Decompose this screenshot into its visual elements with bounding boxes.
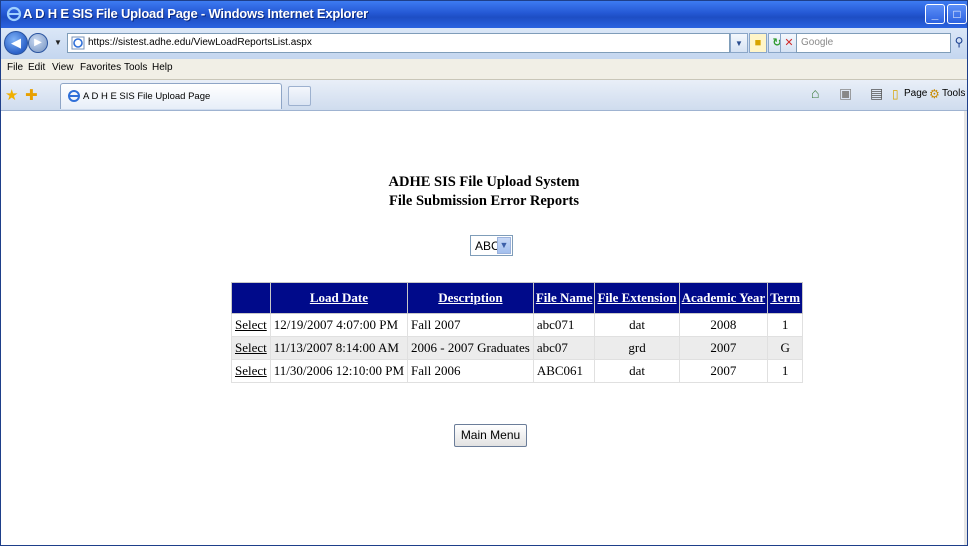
add-favorites-icon[interactable]: ✚ <box>25 86 38 104</box>
header-term[interactable]: Term <box>767 282 804 314</box>
forward-button[interactable]: ▶ <box>28 33 48 53</box>
load-date-cell: 11/13/2007 8:14:00 AM <box>269 336 409 360</box>
institution-select[interactable]: ABC ▼ <box>470 235 513 256</box>
menu-bar: File Edit View Favorites Tools Help <box>1 59 967 80</box>
select-link[interactable]: Select <box>235 363 267 378</box>
page-subtitle: File Submission Error Reports <box>389 193 579 209</box>
maximize-icon: □ <box>953 7 961 21</box>
new-tab-button[interactable] <box>288 86 311 106</box>
file-name-cell: abc07 <box>532 336 596 360</box>
load-date-cell: 12/19/2007 4:07:00 PM <box>269 313 409 337</box>
year-cell: 2007 <box>678 336 769 360</box>
header-load-date[interactable]: Load Date <box>269 282 409 314</box>
minimize-button[interactable]: _ <box>925 4 945 24</box>
row-select-cell: Select <box>231 359 271 383</box>
tools-menu[interactable]: Tools <box>942 88 965 99</box>
address-url: https://sistest.adhe.edu/ViewLoadReports… <box>88 37 312 48</box>
menu-edit[interactable]: Edit <box>28 62 45 73</box>
search-icon: ⚲ <box>954 35 964 49</box>
term-cell: G <box>767 336 804 360</box>
title-bar: A D H E SIS File Upload Page - Windows I… <box>1 1 967 28</box>
address-bar[interactable]: https://sistest.adhe.edu/ViewLoadReports… <box>67 33 730 53</box>
select-link[interactable]: Select <box>235 340 267 355</box>
minimize-icon: _ <box>931 7 939 21</box>
gear-icon: ⚙ <box>929 87 940 101</box>
back-icon: ◀ <box>11 35 21 50</box>
window-title: A D H E SIS File Upload Page - Windows I… <box>23 6 369 21</box>
table-row: Select 12/19/2007 4:07:00 PM Fall 2007 a… <box>231 313 804 337</box>
extension-cell: dat <box>594 359 680 383</box>
page-menu[interactable]: Page <box>904 88 927 99</box>
page-title: ADHE SIS File Upload System <box>388 174 580 190</box>
menu-view[interactable]: View <box>52 62 74 73</box>
table-header-row: Load Date Description File Name File Ext… <box>231 282 804 314</box>
tab-toolbar: ★ ✚ A D H E SIS File Upload Page ⌂ ▣ ▤ ▯… <box>1 80 967 111</box>
description-cell: Fall 2007 <box>407 313 534 337</box>
forward-icon: ▶ <box>34 37 42 48</box>
term-cell: 1 <box>767 313 804 337</box>
table-row: Select 11/30/2006 12:10:00 PM Fall 2006 … <box>231 359 804 383</box>
tab-sis-upload[interactable]: A D H E SIS File Upload Page <box>60 83 282 109</box>
term-cell: 1 <box>767 359 804 383</box>
search-box[interactable]: Google <box>796 33 951 53</box>
row-select-cell: Select <box>231 336 271 360</box>
page-icon: ▯ <box>892 87 899 101</box>
ie-window: A D H E SIS File Upload Page - Windows I… <box>0 0 968 546</box>
file-name-cell: ABC061 <box>532 359 596 383</box>
header-academic-year[interactable]: Academic Year <box>678 282 769 314</box>
header-action <box>231 282 271 314</box>
maximize-button[interactable]: □ <box>947 4 967 24</box>
row-select-cell: Select <box>231 313 271 337</box>
search-placeholder: Google <box>801 37 834 48</box>
description-cell: Fall 2006 <box>407 359 534 383</box>
feeds-icon[interactable]: ▣ <box>839 85 852 102</box>
menu-favorites[interactable]: Favorites <box>80 62 121 73</box>
menu-file[interactable]: File <box>7 62 23 73</box>
error-reports-table: Load Date Description File Name File Ext… <box>231 282 804 383</box>
home-icon[interactable]: ⌂ <box>811 85 819 101</box>
address-dropdown-button[interactable]: ▼ <box>730 33 748 53</box>
load-date-cell: 11/30/2006 12:10:00 PM <box>269 359 409 383</box>
security-lock-button[interactable]: ■ <box>749 33 767 53</box>
page-ie-icon <box>71 36 85 50</box>
description-cell: 2006 - 2007 Graduates <box>407 336 534 360</box>
year-cell: 2007 <box>678 359 769 383</box>
chevron-down-icon: ▼ <box>497 237 511 254</box>
menu-tools[interactable]: Tools <box>124 62 147 73</box>
institution-select-value: ABC <box>475 239 500 253</box>
table-row: Select 11/13/2007 8:14:00 AM 2006 - 2007… <box>231 336 804 360</box>
history-dropdown-icon[interactable]: ▼ <box>54 38 62 47</box>
search-button[interactable]: ⚲ <box>951 33 967 53</box>
chevron-down-icon: ▼ <box>735 39 743 48</box>
lock-icon: ■ <box>754 37 762 49</box>
header-description[interactable]: Description <box>407 282 534 314</box>
year-cell: 2008 <box>678 313 769 337</box>
header-file-extension[interactable]: File Extension <box>594 282 680 314</box>
ie-logo-icon <box>6 6 22 22</box>
extension-cell: dat <box>594 313 680 337</box>
print-icon[interactable]: ▤ <box>870 85 883 102</box>
favorites-star-icon[interactable]: ★ <box>5 86 18 104</box>
menu-help[interactable]: Help <box>152 62 173 73</box>
header-file-name[interactable]: File Name <box>532 282 596 314</box>
tab-label: A D H E SIS File Upload Page <box>83 91 211 102</box>
back-button[interactable]: ◀ <box>4 31 28 55</box>
file-name-cell: abc071 <box>532 313 596 337</box>
select-link[interactable]: Select <box>235 317 267 332</box>
main-menu-button[interactable]: Main Menu <box>454 424 527 447</box>
address-toolbar: ◀ ▶ ▼ https://sistest.adhe.edu/ViewLoadR… <box>1 28 967 60</box>
tab-ie-icon <box>68 90 80 102</box>
extension-cell: grd <box>594 336 680 360</box>
stop-icon: ✕ <box>784 37 794 49</box>
